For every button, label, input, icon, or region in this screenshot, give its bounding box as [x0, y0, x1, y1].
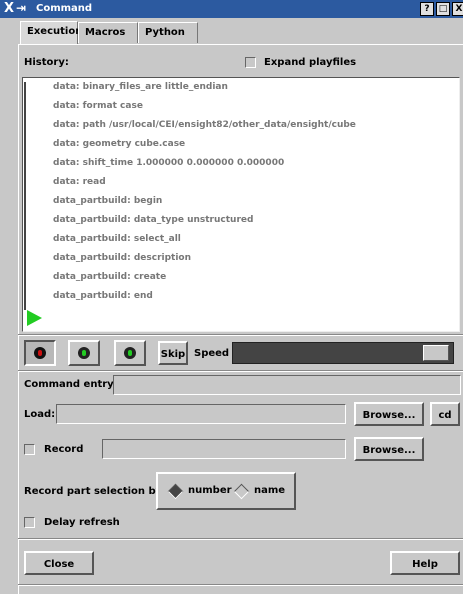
command-entry-label: Command entry: [24, 379, 118, 390]
history-marker [24, 139, 26, 158]
record-icon [34, 347, 46, 359]
divider [18, 370, 463, 372]
number-radio-label[interactable]: number [188, 485, 232, 496]
command-entry-field[interactable] [113, 375, 461, 395]
command-window: X ⇥ Command ? □ X Execution Macros Pytho… [0, 0, 463, 594]
maximize-button[interactable]: □ [436, 2, 450, 16]
history-line[interactable]: data: shift_time 1.000000 0.000000 0.000… [53, 158, 284, 168]
history-line[interactable]: data: binary_files_are little_endian [53, 82, 228, 92]
history-line[interactable]: data: format case [53, 101, 143, 111]
history-line[interactable]: data_partbuild: select_all [53, 234, 181, 244]
x-logo-icon[interactable]: X [4, 1, 14, 16]
tab-execution[interactable]: Execution [20, 21, 82, 44]
history-marker [24, 234, 26, 253]
history-list[interactable]: data: binary_files_are little_endian dat… [22, 77, 460, 332]
load-browse-button[interactable]: Browse... [354, 402, 424, 426]
record-part-selection-label: Record part selection by: [24, 486, 167, 497]
history-marker [24, 215, 26, 234]
history-line[interactable]: data_partbuild: data_type unstructured [53, 215, 253, 225]
close-title-button[interactable]: X [452, 2, 463, 16]
delay-refresh-checkbox[interactable] [24, 517, 35, 528]
history-marker [24, 177, 26, 196]
load-label: Load: [24, 409, 56, 420]
history-line[interactable]: data_partbuild: begin [53, 196, 162, 206]
history-line[interactable]: data: read [53, 177, 106, 187]
expand-playfiles-label[interactable]: Expand playfiles [264, 57, 356, 68]
speed-slider[interactable] [232, 342, 454, 364]
speed-label: Speed [194, 348, 230, 359]
record-label[interactable]: Record [44, 444, 83, 455]
history-line[interactable]: data: geometry cube.case [53, 139, 185, 149]
current-position-icon [27, 310, 42, 326]
record-button[interactable] [24, 340, 56, 366]
history-marker [24, 120, 26, 139]
history-marker [24, 82, 26, 101]
history-line[interactable]: data_partbuild: end [53, 291, 153, 301]
record-file-field[interactable] [102, 439, 346, 459]
tab-python[interactable]: Python [138, 22, 198, 43]
history-marker [24, 158, 26, 177]
history-label: History: [24, 57, 69, 68]
name-radio[interactable] [233, 483, 250, 500]
divider [18, 538, 463, 540]
history-marker [24, 291, 26, 310]
record-checkbox[interactable] [24, 444, 35, 455]
name-radio-label[interactable]: name [254, 485, 285, 496]
cd-button[interactable]: cd [430, 402, 460, 426]
delay-refresh-label[interactable]: Delay refresh [44, 517, 120, 528]
step-icon [124, 347, 136, 359]
history-line[interactable]: data_partbuild: create [53, 272, 166, 282]
divider [18, 584, 463, 586]
play-icon [78, 347, 90, 359]
window-title: Command [36, 3, 93, 14]
number-radio[interactable] [167, 483, 184, 500]
expand-playfiles-checkbox[interactable] [245, 57, 256, 68]
step-button[interactable] [114, 340, 146, 366]
help-button[interactable]: Help [390, 551, 460, 575]
history-marker [24, 196, 26, 215]
divider [18, 334, 463, 336]
window-menu-icon[interactable]: ⇥ [16, 1, 26, 15]
close-button[interactable]: Close [24, 551, 94, 575]
history-marker [24, 253, 26, 272]
tab-macros[interactable]: Macros [78, 22, 138, 43]
history-marker [24, 101, 26, 120]
play-button[interactable] [68, 340, 100, 366]
speed-slider-thumb[interactable] [423, 345, 449, 361]
history-line[interactable]: data_partbuild: description [53, 253, 191, 263]
help-title-button[interactable]: ? [420, 2, 434, 16]
load-field[interactable] [56, 404, 346, 424]
record-part-selection-group: number name [156, 472, 296, 510]
title-bar[interactable]: X ⇥ Command ? □ X [0, 0, 463, 18]
skip-button[interactable]: Skip [158, 341, 188, 365]
history-line[interactable]: data: path /usr/local/CEI/ensight82/othe… [53, 120, 356, 130]
history-marker [24, 272, 26, 291]
record-browse-button[interactable]: Browse... [354, 437, 424, 461]
